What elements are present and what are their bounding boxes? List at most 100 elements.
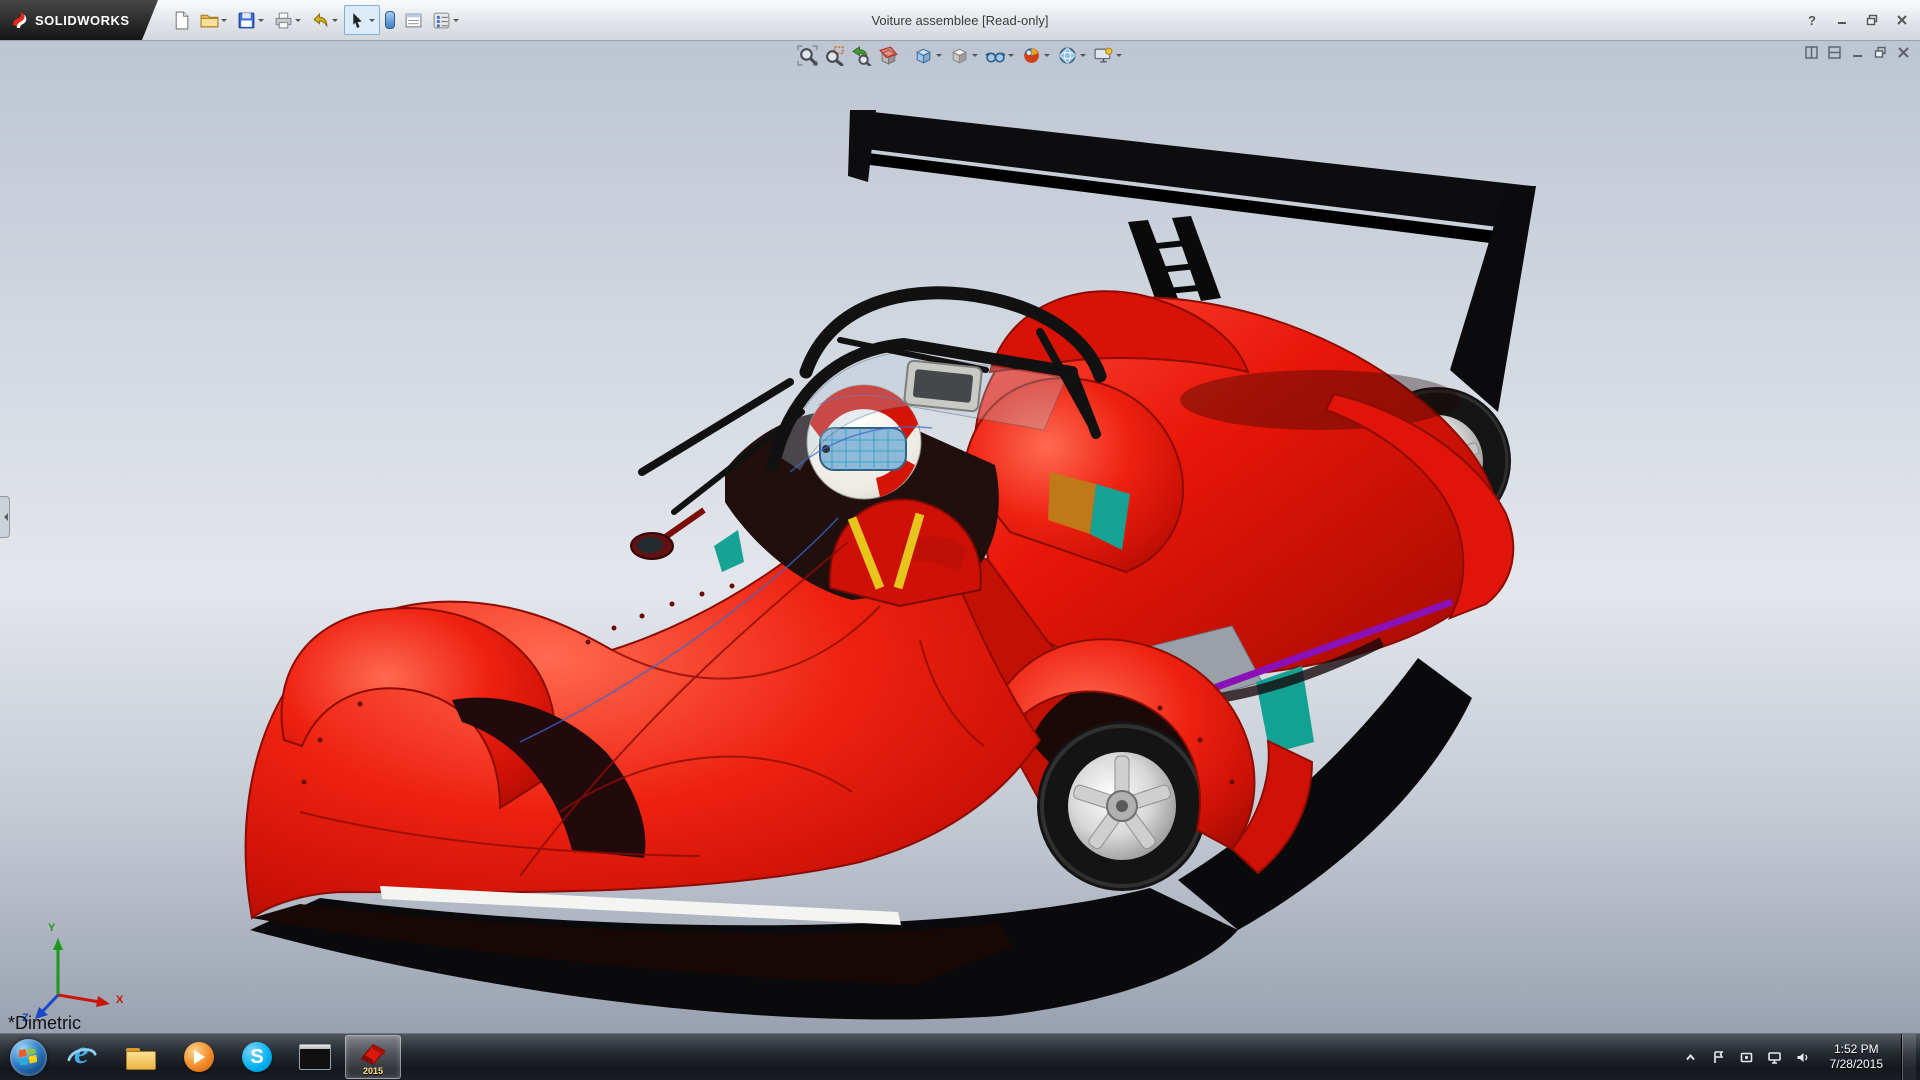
solidworks-window: SOLIDWORKS bbox=[0, 0, 1920, 1080]
titlebar: SOLIDWORKS bbox=[0, 0, 1920, 41]
action-center-flag-icon[interactable] bbox=[1710, 1048, 1728, 1066]
taskbar-solidworks[interactable]: 2015 bbox=[345, 1035, 401, 1079]
undo-button[interactable] bbox=[307, 5, 343, 35]
new-document-button[interactable] bbox=[168, 5, 195, 35]
options-button[interactable] bbox=[428, 5, 464, 35]
view-settings-dropdown[interactable] bbox=[1114, 43, 1123, 67]
update-tray-icon[interactable] bbox=[1738, 1048, 1756, 1066]
taskbar-internet-explorer[interactable]: e bbox=[55, 1035, 111, 1079]
solidworks-logo-icon bbox=[10, 10, 30, 30]
main-toolbar bbox=[168, 5, 464, 35]
car-model[interactable] bbox=[0, 40, 1920, 1034]
hide-show-items-icon bbox=[985, 45, 1006, 66]
display-style-dropdown[interactable] bbox=[970, 43, 979, 67]
system-tray: 1:52 PM 7/28/2015 bbox=[1682, 1034, 1920, 1080]
close-icon bbox=[1896, 14, 1908, 26]
document-window-controls bbox=[1802, 44, 1912, 60]
select-cursor-icon bbox=[348, 11, 367, 30]
save-button[interactable] bbox=[233, 5, 269, 35]
show-desktop-button[interactable] bbox=[1901, 1034, 1916, 1080]
select-button[interactable] bbox=[344, 5, 380, 35]
new-document-icon bbox=[172, 11, 191, 30]
instant3d-button[interactable] bbox=[381, 5, 399, 35]
zoom-to-area-icon bbox=[824, 45, 845, 66]
undo-dropdown[interactable] bbox=[330, 6, 339, 34]
open-button[interactable] bbox=[196, 5, 232, 35]
zoom-to-fit-button[interactable] bbox=[795, 43, 820, 67]
view-settings-icon bbox=[1093, 45, 1114, 66]
clock-time: 1:52 PM bbox=[1834, 1042, 1879, 1057]
start-button[interactable] bbox=[6, 1035, 50, 1079]
taskbar-skype[interactable]: S bbox=[229, 1035, 285, 1079]
view-orientation-icon bbox=[913, 45, 934, 66]
undo-icon bbox=[311, 11, 330, 30]
edit-appearance-button[interactable] bbox=[1019, 43, 1053, 67]
graphics-viewport[interactable]: Y X Z *Dimetric bbox=[0, 40, 1920, 1034]
hide-show-items-button[interactable] bbox=[983, 43, 1017, 67]
doc-close-button[interactable] bbox=[1894, 44, 1912, 60]
solidworks-version-badge: 2015 bbox=[363, 1067, 383, 1076]
zoom-to-fit-icon bbox=[797, 45, 818, 66]
select-dropdown[interactable] bbox=[367, 6, 376, 34]
doc-minimize-icon bbox=[1851, 46, 1864, 59]
front-right-wheel[interactable] bbox=[1037, 721, 1207, 891]
section-view-button[interactable] bbox=[876, 43, 901, 67]
hide-show-dropdown[interactable] bbox=[1006, 43, 1015, 67]
command-prompt-icon bbox=[299, 1044, 331, 1070]
open-dropdown[interactable] bbox=[219, 6, 228, 34]
display-style-button[interactable] bbox=[947, 43, 981, 67]
view-orientation-label: *Dimetric bbox=[8, 1013, 81, 1034]
taskbar-command-prompt[interactable] bbox=[287, 1035, 343, 1079]
tray-expand-chevron[interactable] bbox=[1682, 1048, 1700, 1066]
volume-tray-icon[interactable] bbox=[1794, 1048, 1812, 1066]
apply-scene-dropdown[interactable] bbox=[1078, 43, 1087, 67]
restore-button[interactable] bbox=[1860, 11, 1884, 30]
options-dropdown[interactable] bbox=[451, 6, 460, 34]
previous-view-button[interactable] bbox=[849, 43, 874, 67]
doc-minimize-button[interactable] bbox=[1848, 44, 1866, 60]
apply-scene-button[interactable] bbox=[1055, 43, 1089, 67]
file-properties-button[interactable] bbox=[400, 5, 427, 35]
print-icon bbox=[274, 11, 293, 30]
windows-logo-icon bbox=[10, 1039, 47, 1076]
window-controls: ? bbox=[1800, 0, 1914, 40]
view-orientation-button[interactable] bbox=[911, 43, 945, 67]
clock-date: 7/28/2015 bbox=[1830, 1057, 1883, 1072]
minimize-icon bbox=[1836, 14, 1848, 26]
previous-view-icon bbox=[851, 45, 872, 66]
doc-close-icon bbox=[1897, 46, 1910, 59]
reference-triad bbox=[28, 930, 128, 1020]
rear-view-mirror-box[interactable] bbox=[904, 360, 982, 411]
edit-appearance-icon bbox=[1021, 45, 1042, 66]
brand-text: SOLIDWORKS bbox=[35, 13, 130, 28]
print-button[interactable] bbox=[270, 5, 306, 35]
split-view-button[interactable] bbox=[1802, 44, 1820, 60]
options-icon bbox=[432, 11, 451, 30]
side-mirror[interactable] bbox=[631, 510, 704, 559]
apply-scene-icon bbox=[1057, 45, 1078, 66]
open-folder-icon bbox=[200, 11, 219, 30]
edit-appearance-dropdown[interactable] bbox=[1042, 43, 1051, 67]
file-properties-icon bbox=[404, 11, 423, 30]
restore-icon bbox=[1866, 14, 1878, 26]
pane-view-button[interactable] bbox=[1825, 44, 1843, 60]
minimize-button[interactable] bbox=[1830, 11, 1854, 30]
doc-restore-button[interactable] bbox=[1871, 44, 1889, 60]
network-tray-icon[interactable] bbox=[1766, 1048, 1784, 1066]
taskbar-windows-explorer[interactable] bbox=[113, 1035, 169, 1079]
print-dropdown[interactable] bbox=[293, 6, 302, 34]
help-button[interactable]: ? bbox=[1800, 11, 1824, 30]
taskbar-clock[interactable]: 1:52 PM 7/28/2015 bbox=[1822, 1042, 1891, 1072]
view-orientation-dropdown[interactable] bbox=[934, 43, 943, 67]
section-view-icon bbox=[878, 45, 899, 66]
instant3d-icon bbox=[385, 11, 395, 29]
close-button[interactable] bbox=[1890, 11, 1914, 30]
save-dropdown[interactable] bbox=[256, 6, 265, 34]
pane-view-icon bbox=[1828, 46, 1841, 59]
view-settings-button[interactable] bbox=[1091, 43, 1125, 67]
taskbar-media-player[interactable] bbox=[171, 1035, 227, 1079]
solidworks-app-icon bbox=[358, 1039, 388, 1069]
zoom-to-area-button[interactable] bbox=[822, 43, 847, 67]
heads-up-view-toolbar bbox=[795, 43, 1125, 67]
doc-restore-icon bbox=[1874, 46, 1887, 59]
